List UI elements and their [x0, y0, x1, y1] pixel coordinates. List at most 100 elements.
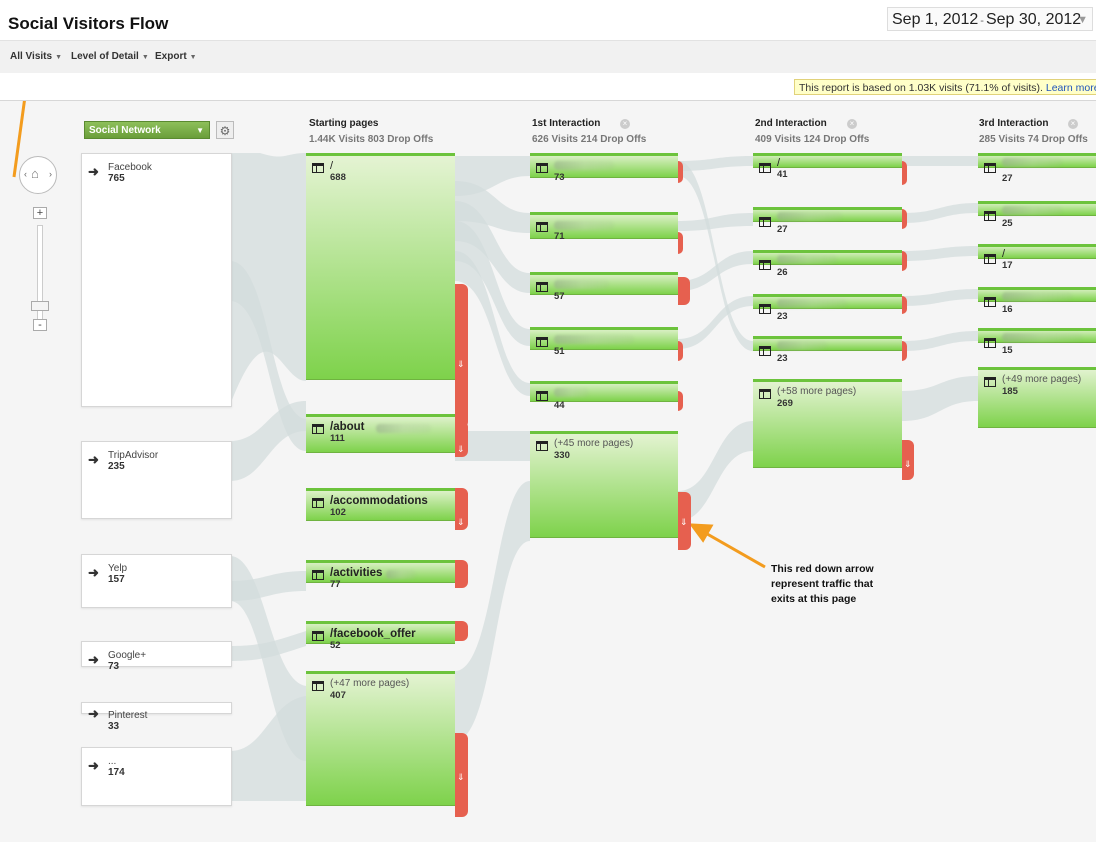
- source-arrow-icon: ➜: [88, 452, 99, 467]
- source-node-yelp[interactable]: ➜ Yelp 157: [81, 554, 232, 608]
- page-count: 688: [330, 172, 346, 183]
- drop-off-bar[interactable]: ⇓: [455, 733, 468, 817]
- page-node[interactable]: 71: [530, 212, 678, 242]
- page-node[interactable]: (+49 more pages) 185: [978, 367, 1096, 428]
- page-count: 41: [777, 169, 788, 180]
- drop-off-bar[interactable]: ⇓: [455, 421, 468, 457]
- pan-left-icon[interactable]: ‹: [24, 169, 27, 179]
- close-icon[interactable]: ×: [847, 119, 857, 129]
- close-icon[interactable]: ×: [1068, 119, 1078, 129]
- drop-off-bar[interactable]: [678, 277, 690, 305]
- node-top-bar: [753, 379, 902, 382]
- page-node[interactable]: 23: [753, 294, 902, 322]
- node-top-bar: [306, 560, 455, 563]
- page-node[interactable]: 51: [530, 327, 678, 357]
- page-node[interactable]: 27: [978, 153, 1096, 184]
- page-node[interactable]: / 41: [753, 153, 902, 180]
- close-icon[interactable]: ×: [620, 119, 630, 129]
- page-label: (+47 more pages): [330, 678, 410, 689]
- date-range-picker[interactable]: Sep 1, 2012- Sep 30, 2012 ▼: [887, 7, 1093, 31]
- drop-off-arrow-icon: ⇓: [457, 772, 465, 783]
- redacted-text: [554, 335, 634, 344]
- drop-off-bar[interactable]: ⇓: [455, 488, 468, 530]
- source-node-googleplus[interactable]: ➜ Google+ 73: [81, 641, 232, 672]
- page-node[interactable]: 27: [753, 207, 902, 235]
- page-count: 330: [554, 450, 570, 461]
- dimension-select[interactable]: Social Network ▼: [84, 121, 210, 139]
- drop-off-bar[interactable]: [902, 341, 907, 361]
- page-node[interactable]: /facebook_offer 52: [306, 621, 455, 651]
- page-count: 52: [330, 640, 341, 651]
- chevron-down-icon[interactable]: ▼: [1077, 8, 1088, 32]
- page-node[interactable]: 23: [753, 336, 902, 364]
- drop-off-bar[interactable]: [678, 161, 683, 183]
- level-of-detail-label: Level of Detail: [71, 51, 139, 62]
- page-node[interactable]: 16: [978, 287, 1096, 315]
- drop-off-bar[interactable]: [902, 296, 907, 314]
- notice-text: This report is based on 1.03K visits (71…: [799, 82, 1043, 94]
- page-node[interactable]: / 688: [306, 153, 455, 380]
- page-node[interactable]: /accommodations 102: [306, 488, 455, 521]
- source-node-pinterest[interactable]: ➜ Pinterest 33: [81, 702, 232, 732]
- page-node[interactable]: 26: [753, 250, 902, 278]
- all-visits-menu[interactable]: All Visits ▼: [10, 51, 62, 62]
- export-menu[interactable]: Export ▼: [155, 51, 197, 62]
- zoom-in-button[interactable]: +: [33, 207, 47, 219]
- source-arrow-icon: ➜: [88, 565, 99, 580]
- page-count: 15: [1002, 345, 1013, 356]
- page-node[interactable]: (+47 more pages) 407: [306, 671, 455, 806]
- page-node[interactable]: (+58 more pages) 269: [753, 379, 902, 468]
- page-node[interactable]: 15: [978, 328, 1096, 356]
- pan-right-icon[interactable]: ›: [49, 169, 52, 179]
- redacted-text: [1002, 292, 1072, 301]
- column-header-starting-pages: Starting pages 1.44K Visits 803 Drop Off…: [309, 118, 433, 145]
- source-arrow-icon: ➜: [88, 758, 99, 773]
- level-of-detail-menu[interactable]: Level of Detail ▼: [71, 51, 149, 62]
- page-count: 185: [1002, 386, 1018, 397]
- drop-off-bar[interactable]: [902, 161, 907, 185]
- source-arrow-icon: ➜: [88, 652, 99, 667]
- pan-control[interactable]: ‹ ⌂ ›: [19, 156, 57, 194]
- drop-off-bar[interactable]: ⇓: [678, 492, 691, 550]
- page-count: 407: [330, 690, 346, 701]
- page-node[interactable]: / 17: [978, 244, 1096, 271]
- page-node[interactable]: 44: [530, 381, 678, 411]
- drop-off-bar[interactable]: [678, 341, 683, 361]
- drop-off-bar[interactable]: [678, 391, 683, 411]
- page-icon: [984, 338, 996, 348]
- page-icon: [312, 163, 324, 173]
- drop-off-bar[interactable]: [455, 621, 468, 641]
- page-node[interactable]: (+45 more pages) 330: [530, 431, 678, 538]
- source-node-other[interactable]: ➜ ... 174: [81, 747, 232, 806]
- drop-off-arrow-icon: ⇓: [680, 517, 688, 527]
- source-node-facebook[interactable]: ➜ Facebook 765: [81, 153, 232, 407]
- redacted-text: [777, 341, 827, 350]
- page-node[interactable]: /activities 77: [306, 560, 455, 590]
- drop-off-bar[interactable]: [678, 232, 683, 254]
- learn-more-link[interactable]: Learn more: [1046, 82, 1096, 94]
- drop-off-bar[interactable]: [902, 251, 907, 271]
- page-node[interactable]: 57: [530, 272, 678, 302]
- drop-off-bar[interactable]: ⇓: [455, 284, 468, 428]
- drop-off-bar[interactable]: [455, 560, 468, 588]
- gear-icon[interactable]: ⚙: [216, 121, 234, 139]
- zoom-slider-track[interactable]: [37, 225, 43, 327]
- node-top-bar: [753, 250, 902, 253]
- node-top-bar: [530, 272, 678, 275]
- source-node-tripadvisor[interactable]: ➜ TripAdvisor 235: [81, 441, 232, 519]
- page-node[interactable]: /about 111: [306, 414, 455, 453]
- page-count: 57: [554, 291, 565, 302]
- page-count: 77: [330, 579, 341, 590]
- page-node[interactable]: 25: [978, 201, 1096, 229]
- page-icon: [312, 498, 324, 508]
- page-node[interactable]: 73: [530, 153, 678, 183]
- drop-off-bar[interactable]: ⇓: [902, 440, 914, 480]
- page-label: /accommodations: [330, 495, 428, 507]
- page-icon: [759, 389, 771, 399]
- page-count: 17: [1002, 260, 1013, 271]
- drop-off-bar[interactable]: [902, 209, 907, 229]
- home-icon[interactable]: ⌂: [31, 166, 39, 181]
- flow-canvas[interactable]: ‹ ⌂ › + - Social Network ▼ ⚙ Starting pag…: [0, 101, 1096, 842]
- zoom-out-button[interactable]: -: [33, 319, 47, 331]
- zoom-slider-handle[interactable]: [31, 301, 49, 311]
